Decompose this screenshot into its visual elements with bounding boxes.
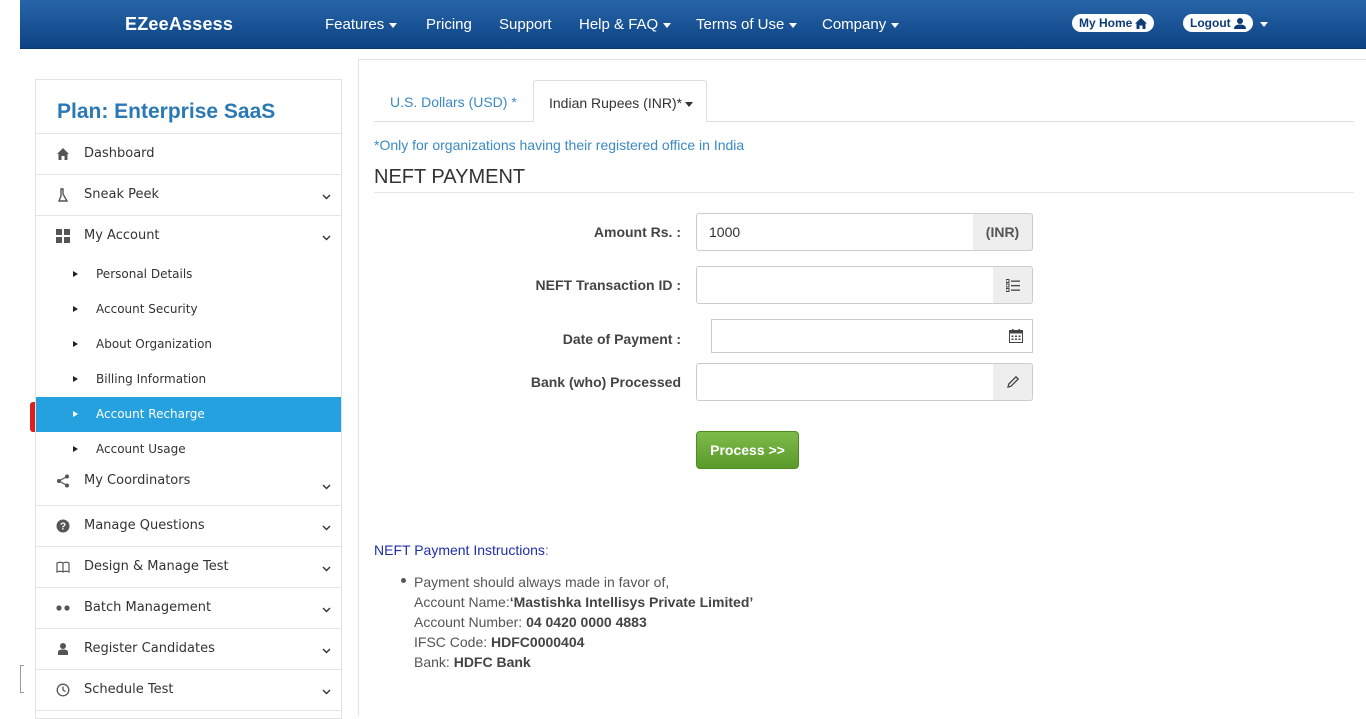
home-icon [57,148,69,160]
caret-right-icon [73,411,78,417]
chevron-down-icon [322,484,331,490]
sidebar-subitem-billing-information[interactable]: Billing Information [36,362,341,397]
chevron-down-icon [322,689,331,695]
list-icon [1005,278,1020,292]
grid-icon [56,229,70,243]
user-icon [58,643,68,655]
user-icon [1233,18,1246,29]
nav-company[interactable]: Company [822,16,900,33]
book-icon [56,561,70,573]
sidebar-item-my-account[interactable]: My Account [36,216,341,257]
question-icon: ? [56,519,70,533]
dots-icon [56,605,70,611]
nav-terms[interactable]: Terms of Use [696,16,798,33]
sidebar-item-my-coordinators[interactable]: My Coordinators [36,465,341,506]
main-top-border [358,59,1366,60]
calendar-icon[interactable] [1009,329,1023,343]
instructions-body: Payment should always made in favor of, … [414,572,753,672]
chevron-down-icon [322,194,331,200]
caret-right-icon [73,376,78,382]
sidebar-item-sneak-peek[interactable]: Sneak Peek [36,175,341,216]
svg-text:?: ? [60,522,66,533]
sidebar-subitem-account-recharge[interactable]: Account Recharge [36,397,341,432]
sidebar-subitem-about-organization[interactable]: About Organization [36,327,341,362]
amount-field[interactable]: 1000 [696,213,974,251]
chevron-down-icon [322,648,331,654]
instructions-title: NEFT Payment Instructions: [374,542,549,558]
logout-caret-icon[interactable] [1260,22,1268,27]
date-field[interactable] [711,319,1033,353]
pencil-icon [1006,375,1019,388]
caret-down-icon [663,22,672,28]
caret-right-icon [73,306,78,312]
tab-inr[interactable]: Indian Rupees (INR)* [533,80,707,122]
txn-id-field[interactable] [696,266,994,304]
chevron-down-icon [322,607,331,613]
bank-line: Bank: HDFC Bank [414,654,531,670]
list-addon [993,266,1033,304]
nav-features[interactable]: Features [325,16,398,33]
edit-addon [993,363,1033,401]
bank-label: Bank (who) Processed [530,374,681,390]
caret-down-icon [685,101,694,107]
plan-title: Plan: Enterprise SaaS [36,80,341,134]
window-edge [20,665,24,693]
caret-down-icon [891,22,900,28]
chevron-down-icon [322,566,331,572]
sidebar-item-design-manage-test[interactable]: Design & Manage Test [36,547,341,588]
date-label: Date of Payment : [562,331,681,347]
flask-icon [57,188,69,202]
section-title: NEFT PAYMENT [374,166,526,188]
sidebar-subitem-personal-details[interactable]: Personal Details [36,257,341,292]
caret-down-icon [789,22,798,28]
caret-down-icon [389,22,398,28]
sidebar-item-batch-management[interactable]: Batch Management [36,588,341,629]
caret-right-icon [73,341,78,347]
currency-addon: (INR) [973,213,1033,251]
section-divider [374,192,1354,193]
main-left-border [358,59,359,716]
bank-field[interactable] [696,363,994,401]
ifsc-line: IFSC Code: HDFC0000404 [414,634,585,650]
sidebar-item-register-candidates[interactable]: Register Candidates [36,629,341,670]
sidebar-item-manage-questions[interactable]: ? Manage Questions [36,506,341,547]
account-name-line: Account Name:‘Mastishka Intellisys Priva… [414,594,754,610]
chevron-down-icon [322,235,331,241]
inr-note: *Only for organizations having their reg… [374,137,745,153]
caret-right-icon [73,271,78,277]
txn-id-label: NEFT Transaction ID : [535,277,681,293]
sidebar-subitem-account-usage[interactable]: Account Usage [36,432,341,465]
amount-label: Amount Rs. : [593,224,681,240]
nav-pricing[interactable]: Pricing [426,16,472,33]
instruction-line: Payment should always made in favor of, [414,574,670,590]
caret-right-icon [73,446,78,452]
nav-support[interactable]: Support [499,16,552,33]
nav-help-faq[interactable]: Help & FAQ [579,16,672,33]
my-home-button[interactable]: My Home [1072,14,1155,32]
share-icon [57,474,69,488]
tab-usd[interactable]: U.S. Dollars (USD) * [375,80,532,122]
bullet-icon [401,578,406,583]
sidebar-subitem-account-security[interactable]: Account Security [36,292,341,327]
clock-icon [56,683,70,697]
sidebar-item-schedule-test[interactable]: Schedule Test [36,670,341,711]
account-number-line: Account Number: 04 0420 0000 4883 [414,614,647,630]
home-icon [1135,18,1148,29]
process-button[interactable]: Process >> [696,431,799,469]
sidebar: Plan: Enterprise SaaS Dashboard Sneak Pe… [35,79,342,719]
brand-logo[interactable]: EZeeAssess [125,14,233,35]
sidebar-item-dashboard[interactable]: Dashboard [36,134,341,175]
logout-button[interactable]: Logout [1183,14,1253,32]
top-navbar: EZeeAssess Features Pricing Support Help… [20,0,1366,49]
chevron-down-icon [322,525,331,531]
